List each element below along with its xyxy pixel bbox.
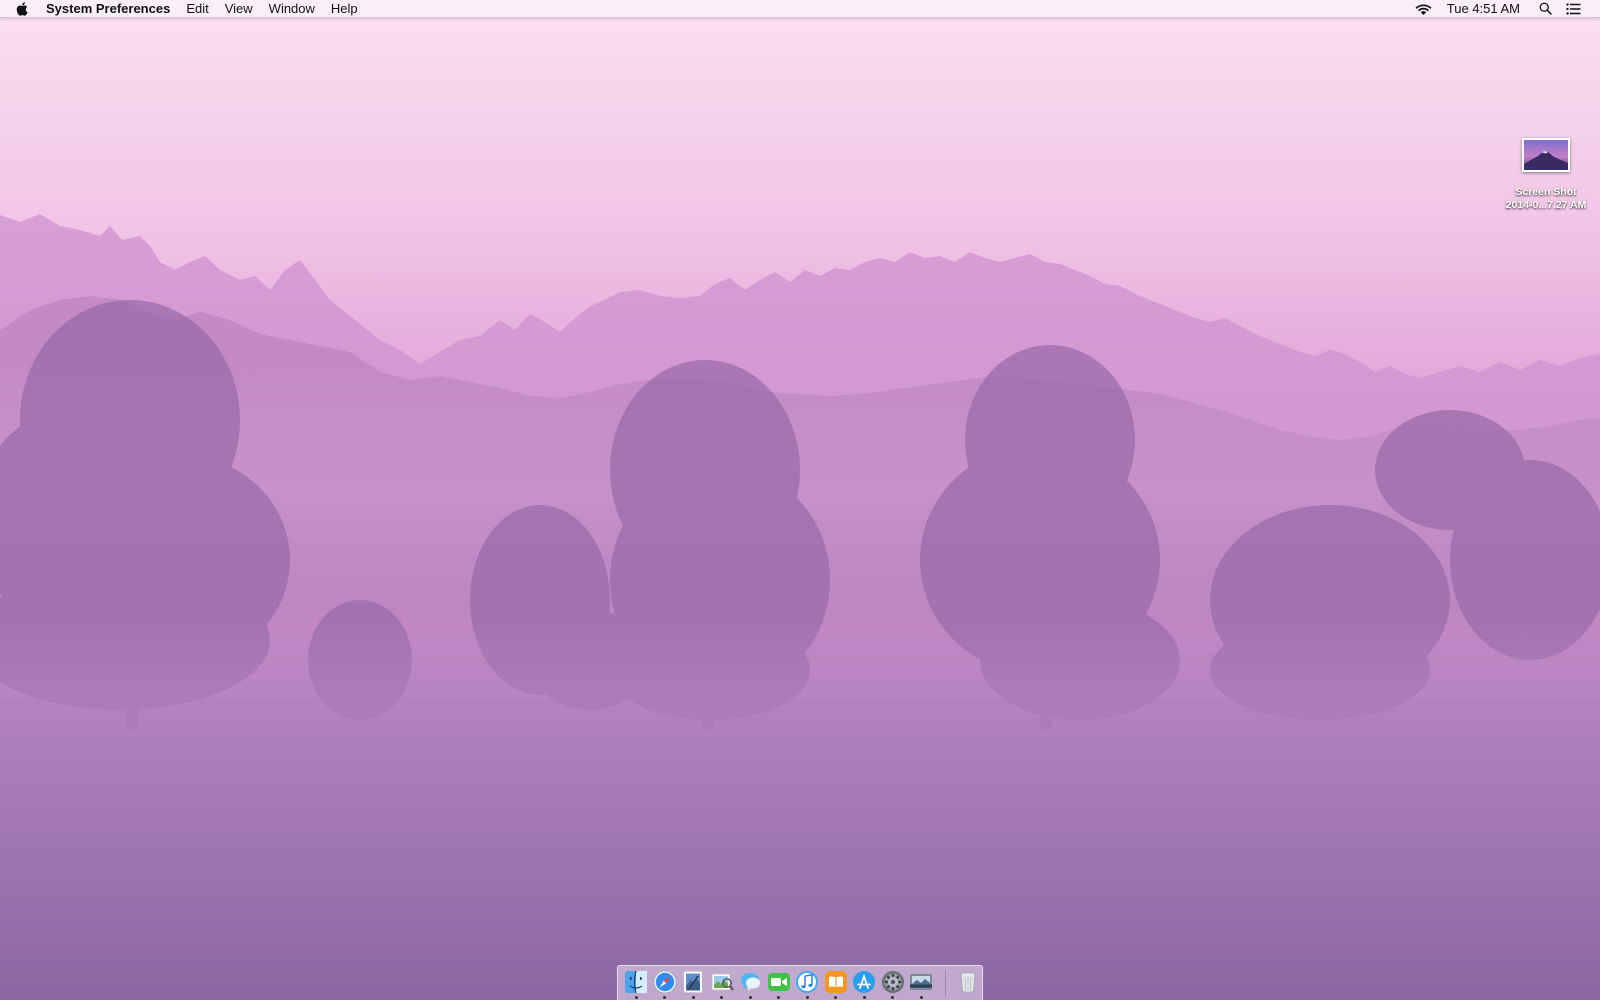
- system-preferences-gear-icon: [881, 970, 904, 993]
- dock-running-indicator: [862, 995, 866, 999]
- wifi-status-menu[interactable]: [1408, 0, 1439, 18]
- dock-item-preview[interactable]: [708, 966, 737, 1000]
- dock-running-indicator: [919, 995, 923, 999]
- dock-running-indicator: [805, 995, 809, 999]
- image-file-icon: [1522, 138, 1570, 172]
- dock-running-indicator: [834, 995, 838, 999]
- notification-center-menu[interactable]: [1559, 0, 1588, 18]
- menu-window[interactable]: Window: [261, 0, 323, 18]
- dock-item-ibooks[interactable]: [822, 966, 851, 1000]
- trash-icon: [960, 971, 976, 993]
- desktop-file-label-line2: 2014-0...7.27 AM: [1505, 199, 1587, 211]
- dock-running-indicator: [891, 995, 895, 999]
- dock-item-facetime[interactable]: [765, 966, 794, 1000]
- dock-item-mail[interactable]: [679, 966, 708, 1000]
- finder-icon: [625, 970, 648, 993]
- photo-browser-icon: [910, 973, 933, 990]
- desktop-file-label-line1: Screen Shot: [1515, 186, 1577, 198]
- apple-menu[interactable]: [0, 0, 38, 18]
- spotlight-search-icon: [1539, 2, 1552, 15]
- dock-item-finder[interactable]: [622, 966, 651, 1000]
- dock-running-indicator: [634, 995, 638, 999]
- mail-stamp-icon: [683, 970, 703, 993]
- preview-icon: [711, 973, 734, 991]
- dock-item-itunes[interactable]: [793, 966, 822, 1000]
- dock-running-indicator: [691, 995, 695, 999]
- wifi-icon: [1415, 4, 1432, 15]
- app-menu-system-preferences[interactable]: System Preferences: [38, 0, 178, 18]
- facetime-icon: [767, 972, 790, 991]
- itunes-icon: [796, 970, 819, 993]
- desktop-wallpaper: [0, 0, 1600, 1000]
- menu-edit[interactable]: Edit: [178, 0, 216, 18]
- menu-bar-status-area: Tue 4:51 AM: [1408, 0, 1600, 18]
- app-store-icon: [853, 970, 876, 993]
- messages-icon: [741, 972, 761, 991]
- menu-bar: System Preferences Edit View Window Help…: [0, 0, 1600, 18]
- notification-center-icon: [1566, 2, 1581, 15]
- ibooks-icon: [824, 970, 847, 993]
- menu-bar-clock[interactable]: Tue 4:51 AM: [1439, 0, 1532, 18]
- dock-running-indicator: [663, 995, 667, 999]
- dock-running-indicator: [777, 995, 781, 999]
- menu-bar-left: System Preferences Edit View Window Help: [0, 0, 366, 18]
- safari-icon: [653, 970, 677, 993]
- dock-item-photo-browser[interactable]: [907, 966, 936, 1000]
- dock-running-indicator: [720, 995, 724, 999]
- dock-item-safari[interactable]: [651, 966, 680, 1000]
- dock-separator: [944, 970, 946, 996]
- dock-item-app-store[interactable]: [850, 966, 879, 1000]
- dock-item-messages[interactable]: [736, 966, 765, 1000]
- spotlight-menu[interactable]: [1532, 0, 1559, 18]
- apple-logo-icon: [16, 1, 28, 16]
- dock-item-trash[interactable]: [953, 966, 982, 1000]
- menu-help[interactable]: Help: [323, 0, 366, 18]
- menu-view[interactable]: View: [217, 0, 261, 18]
- dock-item-system-preferences[interactable]: [879, 966, 908, 1000]
- desktop-file-screen-shot[interactable]: Screen Shot 2014-0...7.27 AM: [1490, 138, 1600, 212]
- dock: [617, 965, 983, 1000]
- desktop-file-label: Screen Shot 2014-0...7.27 AM: [1506, 186, 1587, 212]
- dock-running-indicator: [748, 995, 752, 999]
